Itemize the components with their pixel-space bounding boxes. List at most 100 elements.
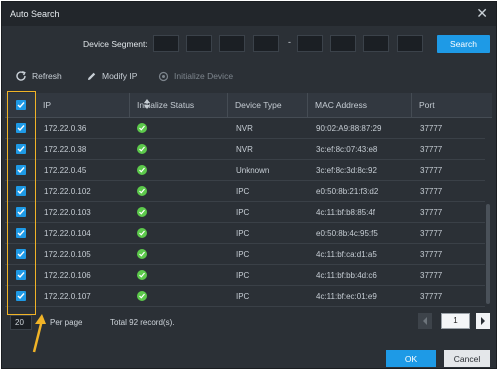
checkbox-checked-icon (17, 251, 25, 258)
table-row[interactable]: 172.22.0.38 NVR 3c:ef:8c:07:43:e8 37777 (5, 139, 485, 160)
cell-status (129, 118, 147, 139)
cell-status (129, 181, 147, 202)
auto-search-dialog: Auto Search ✕ Device Segment: - Search R… (1, 1, 497, 369)
row-checkbox[interactable] (16, 291, 26, 301)
table-row[interactable]: 172.22.0.104 IPC e0:50:8b:4c:95:f5 37777 (5, 223, 485, 244)
row-checkbox[interactable] (16, 186, 26, 196)
search-button[interactable]: Search (437, 35, 490, 53)
table-row[interactable]: 172.22.0.102 IPC e0:50:8b:21:f3:d2 37777 (5, 181, 485, 202)
cell-device-type: IPC (236, 250, 250, 259)
table-row[interactable]: 172.22.0.103 IPC 4c:11:bf:b8:85:4f 37777 (5, 202, 485, 223)
checkbox-checked-icon (17, 167, 25, 174)
cell-port: 37777 (420, 271, 443, 280)
dialog-title: Auto Search (10, 9, 60, 19)
cell-status (129, 286, 147, 307)
cell-device-type: IPC (236, 271, 250, 280)
scrollbar-thumb[interactable] (486, 204, 490, 304)
prev-page-button[interactable] (418, 313, 432, 329)
checkbox-checked-icon (17, 272, 25, 279)
table-scrollbar[interactable] (485, 120, 491, 310)
row-checkbox[interactable] (16, 228, 26, 238)
close-icon[interactable]: ✕ (476, 5, 488, 21)
cell-port: 37777 (420, 166, 443, 175)
cell-status (129, 223, 147, 244)
row-checkbox[interactable] (16, 144, 26, 154)
cell-ip: 172.22.0.45 (44, 166, 87, 175)
row-checkbox[interactable] (16, 123, 26, 133)
segment-start-octet-1[interactable] (153, 35, 179, 52)
table-row[interactable]: 172.22.0.45 Unknown 3c:ef:8c:3d:8c:92 37777 (5, 160, 485, 181)
segment-start-octet-3[interactable] (219, 35, 245, 52)
checkbox-checked-icon (17, 230, 25, 237)
segment-end-octet-3[interactable] (363, 35, 389, 52)
cell-device-type: IPC (236, 187, 250, 196)
cell-mac-address: e0:50:8b:4c:95:f5 (316, 229, 378, 238)
total-records-label: Total 92 record(s). (110, 318, 175, 327)
check-circle-icon (137, 186, 147, 196)
cell-status (129, 202, 147, 223)
cell-port: 37777 (420, 250, 443, 259)
table-row[interactable]: 172.22.0.106 IPC 4c:11:bf:bb:4d:c6 37777 (5, 265, 485, 286)
cell-status (129, 139, 147, 160)
cell-mac-address: 4c:11:bf:ca:d1:a5 (316, 250, 377, 259)
cell-mac-address: e0:50:8b:21:f3:d2 (316, 187, 379, 196)
initialize-device-button[interactable]: Initialize Device (158, 69, 233, 83)
column-header-mac-address[interactable]: MAC Address (307, 93, 411, 117)
cell-port: 37777 (420, 187, 443, 196)
checkbox-checked-icon (17, 125, 25, 132)
cell-port: 37777 (420, 145, 443, 154)
select-all-checkbox[interactable] (16, 100, 26, 110)
cell-port: 37777 (420, 124, 443, 133)
check-circle-icon (137, 165, 147, 175)
check-circle-icon (137, 228, 147, 238)
column-header-device-type[interactable]: Device Type (227, 93, 307, 117)
cell-status (129, 244, 147, 265)
cell-ip: 172.22.0.103 (44, 208, 91, 217)
check-circle-icon (137, 270, 147, 280)
row-checkbox[interactable] (16, 207, 26, 217)
cell-device-type: IPC (236, 229, 250, 238)
row-checkbox[interactable] (16, 270, 26, 280)
cell-mac-address: 3c:ef:8c:07:43:e8 (316, 145, 378, 154)
column-header-initialize-status[interactable]: Initialize Status (129, 93, 227, 117)
segment-end-octet-4[interactable] (397, 35, 423, 52)
cell-status (129, 160, 147, 181)
refresh-button[interactable]: Refresh (15, 69, 62, 83)
modify-ip-button[interactable]: Modify IP (86, 69, 137, 83)
table-header: IP Initialize Status Device Type MAC Add… (5, 93, 492, 118)
annotation-arrow-icon (32, 314, 46, 353)
toolbar: Refresh Modify IP Initialize Device (2, 65, 496, 85)
checkbox-checked-icon (17, 146, 25, 153)
checkbox-checked-icon (17, 209, 25, 216)
table-row[interactable]: 172.22.0.36 NVR 90:02:A9:88:87:29 37777 (5, 118, 485, 139)
cell-port: 37777 (420, 229, 443, 238)
table-row[interactable]: 172.22.0.105 IPC 4c:11:bf:ca:d1:a5 37777 (5, 244, 485, 265)
refresh-label: Refresh (32, 71, 62, 81)
column-header-ip[interactable]: IP (35, 93, 150, 117)
ok-button[interactable]: OK (386, 350, 436, 367)
title-bar: Auto Search ✕ (2, 2, 496, 26)
initialize-icon (158, 71, 169, 82)
cell-mac-address: 4c:11:bf:ec:01:e9 (316, 292, 377, 301)
cell-ip: 172.22.0.106 (44, 271, 91, 280)
page-number-input[interactable]: 1 (441, 313, 470, 329)
column-header-port[interactable]: Port (411, 93, 492, 117)
segment-start-octet-4[interactable] (253, 35, 279, 52)
segment-start-octet-2[interactable] (186, 35, 212, 52)
cell-status (129, 265, 147, 286)
page-size-select[interactable]: 20 (10, 315, 32, 330)
refresh-icon (15, 70, 27, 82)
cell-port: 37777 (420, 208, 443, 217)
cell-mac-address: 4c:11:bf:bb:4d:c6 (316, 271, 377, 280)
device-segment-label: Device Segment: (83, 39, 148, 49)
cell-ip: 172.22.0.36 (44, 124, 87, 133)
next-page-button[interactable] (476, 313, 490, 329)
table-row[interactable]: 172.22.0.107 IPC 4c:11:bf:ec:01:e9 37777 (5, 286, 485, 307)
row-checkbox[interactable] (16, 165, 26, 175)
row-checkbox[interactable] (16, 249, 26, 259)
segment-end-octet-1[interactable] (297, 35, 323, 52)
segment-end-octet-2[interactable] (330, 35, 356, 52)
pencil-icon (86, 71, 97, 82)
cancel-button[interactable]: Cancel (444, 350, 490, 367)
cell-mac-address: 90:02:A9:88:87:29 (316, 124, 382, 133)
